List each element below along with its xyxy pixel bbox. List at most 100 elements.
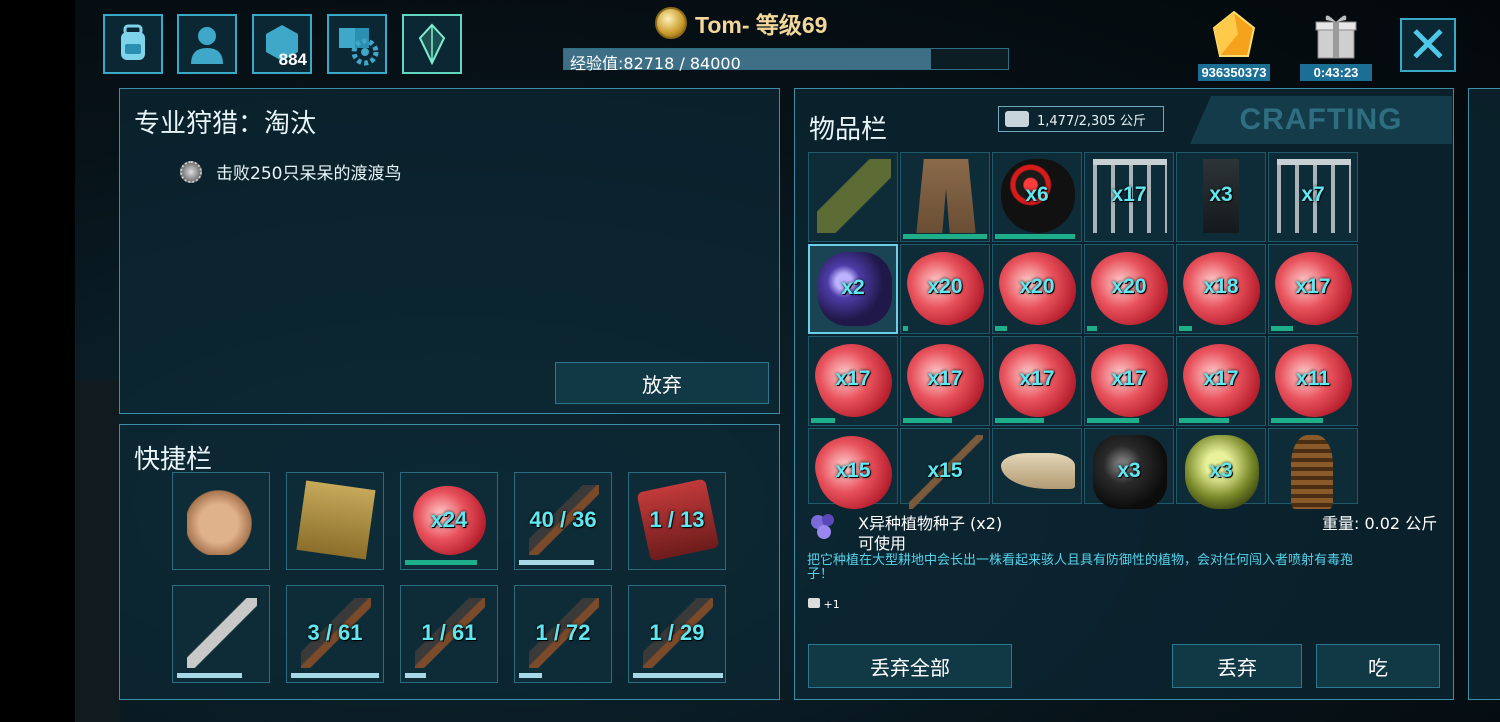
spoil-bar [903, 418, 952, 423]
inventory-slot[interactable]: x15 [807, 425, 901, 519]
spoil-bar [995, 234, 1075, 239]
dark-left-edge [0, 0, 75, 722]
hotbar-slot[interactable]: 1 / 61 [400, 585, 498, 683]
engrams-tab-button[interactable]: 884 [252, 14, 312, 74]
crystal-icon [418, 23, 446, 66]
hotbar-title: 快捷栏 [134, 445, 213, 475]
inventory-slot[interactable]: x17 [899, 333, 993, 427]
inventory-slot[interactable]: x17 [1175, 333, 1269, 427]
inventory-slot[interactable]: x17 [1083, 333, 1177, 427]
inventory-slot-quantity: x20 [1019, 275, 1055, 298]
inventory-slot[interactable]: x20 [991, 241, 1085, 335]
gems-count: 936350373 [1198, 64, 1270, 81]
inventory-slot-quantity: x15 [927, 459, 963, 482]
inventory-slot-quantity: x2 [841, 276, 865, 299]
inventory-slot-quantity: x17 [1295, 275, 1331, 298]
hotbar-slot[interactable]: 1 / 29 [628, 585, 726, 683]
item-description: 把它种植在大型耕地中会长出一株看起来骇人且具有防御性的植物，会对任何闯入者喷射有… [807, 553, 1354, 582]
weight-icon [1005, 111, 1029, 127]
amber-crystal-icon [1212, 10, 1256, 57]
hotbar-slot-quantity: 3 / 61 [307, 620, 363, 645]
spoil-bar [1087, 326, 1098, 331]
inventory-slot[interactable]: x15 [900, 428, 990, 509]
abandon-button[interactable]: 放弃 [555, 362, 769, 404]
inventory-slot[interactable]: x18 [1175, 241, 1269, 335]
gift-resource[interactable]: 0:43:23 [1300, 10, 1372, 81]
hotbar-slot[interactable]: 3 / 61 [286, 585, 384, 683]
hotbar-slot[interactable]: 1 / 72 [514, 585, 612, 683]
close-button[interactable]: ✕ [1400, 18, 1456, 72]
item-usable: 可使用 [858, 534, 907, 553]
inventory-slot[interactable] [900, 152, 990, 242]
book-gear-icon [339, 28, 379, 66]
inventory-slot[interactable] [808, 152, 898, 242]
inventory-slot-quantity: x17 [1111, 183, 1147, 206]
inventory-slot-quantity: x17 [835, 367, 871, 390]
hotbar-slot[interactable] [172, 472, 270, 570]
spoil-bar [1271, 418, 1324, 423]
inventory-slot-quantity: x17 [1203, 367, 1239, 390]
gems-resource[interactable]: 936350373 [1198, 10, 1270, 81]
inventory-slot[interactable]: x6 [992, 152, 1082, 242]
spoil-bar [903, 234, 987, 239]
wood-figure-icon [1291, 435, 1333, 509]
inventory-slot[interactable]: x20 [899, 241, 993, 335]
inventory-slot[interactable]: x7 [1268, 152, 1358, 242]
item-weight: 重量: 0.02 公斤 [1322, 514, 1438, 533]
xp-bar: 经验值:82718 / 84000 [563, 48, 1009, 73]
mission-panel: 专业狩猎：淘汰 击败250只呆呆的渡渡鸟 放弃 [119, 88, 780, 414]
map-compass-icon [296, 480, 376, 560]
spoil-bar [995, 418, 1044, 423]
inventory-slot[interactable]: x17 [991, 333, 1085, 427]
inventory-tab-button[interactable] [103, 14, 163, 74]
hand-icon [187, 485, 257, 555]
tek-tab-button[interactable] [402, 14, 462, 74]
inventory-slot[interactable]: x3 [1176, 152, 1266, 242]
engram-points-count: 884 [278, 50, 307, 69]
inventory-slot[interactable] [992, 428, 1082, 504]
xp-text: 经验值:82718 / 84000 [570, 54, 741, 73]
inventory-slot[interactable]: x17 [1084, 152, 1174, 242]
inventory-slot[interactable]: x3 [1084, 428, 1174, 509]
inventory-title: 物品栏 [809, 115, 888, 145]
crafting-tab[interactable]: CRAFTING [1190, 96, 1452, 144]
durability-bar [291, 673, 380, 678]
dark-left-edge-lower [75, 380, 120, 722]
weight-indicator: 1,477/2,305 公斤 [998, 106, 1164, 132]
hotbar-slot-quantity: 1 / 29 [649, 620, 705, 645]
bonus-text: +1 [823, 598, 840, 611]
hotbar-slot[interactable]: x24 [400, 472, 498, 570]
inventory-slot[interactable]: x20 [1083, 241, 1177, 335]
eat-button[interactable]: 吃 [1316, 644, 1440, 688]
hotbar-slot[interactable] [286, 472, 384, 570]
gift-timer: 0:43:23 [1300, 64, 1372, 81]
machete-icon [187, 598, 257, 668]
person-icon [191, 27, 223, 64]
tranq-scope-icon [817, 159, 891, 233]
durability-bar [519, 673, 542, 678]
hotbar-slot[interactable]: 40 / 36 [514, 472, 612, 570]
inventory-slot-quantity: x11 [1296, 367, 1330, 390]
settings-tab-button[interactable] [327, 14, 387, 74]
inventory-slot-quantity: x3 [1117, 459, 1141, 482]
durability-bar [405, 560, 477, 565]
durability-bar [177, 673, 242, 678]
gift-box-icon [1315, 15, 1357, 59]
character-tab-button[interactable] [177, 14, 237, 74]
drop-button[interactable]: 丢弃 [1172, 644, 1302, 688]
inventory-slot[interactable]: x17 [807, 333, 901, 427]
spoil-bar [1179, 326, 1193, 331]
drop-all-button[interactable]: 丢弃全部 [808, 644, 1012, 688]
inventory-slot[interactable]: x11 [1267, 333, 1361, 427]
inventory-slot[interactable]: x17 [1267, 241, 1361, 335]
spoil-bar [995, 326, 1007, 331]
inventory-slot[interactable]: x2 [808, 244, 898, 334]
inventory-slot[interactable] [1268, 428, 1358, 509]
inventory-slot-quantity: x7 [1301, 183, 1325, 206]
inventory-slot-quantity: x20 [1111, 275, 1147, 298]
hotbar-slot-quantity: 1 / 72 [535, 620, 591, 645]
horn-icon [1001, 453, 1075, 489]
inventory-slot[interactable]: x3 [1176, 428, 1266, 509]
hotbar-slot[interactable] [172, 585, 270, 683]
hotbar-slot[interactable]: 1 / 13 [628, 472, 726, 570]
